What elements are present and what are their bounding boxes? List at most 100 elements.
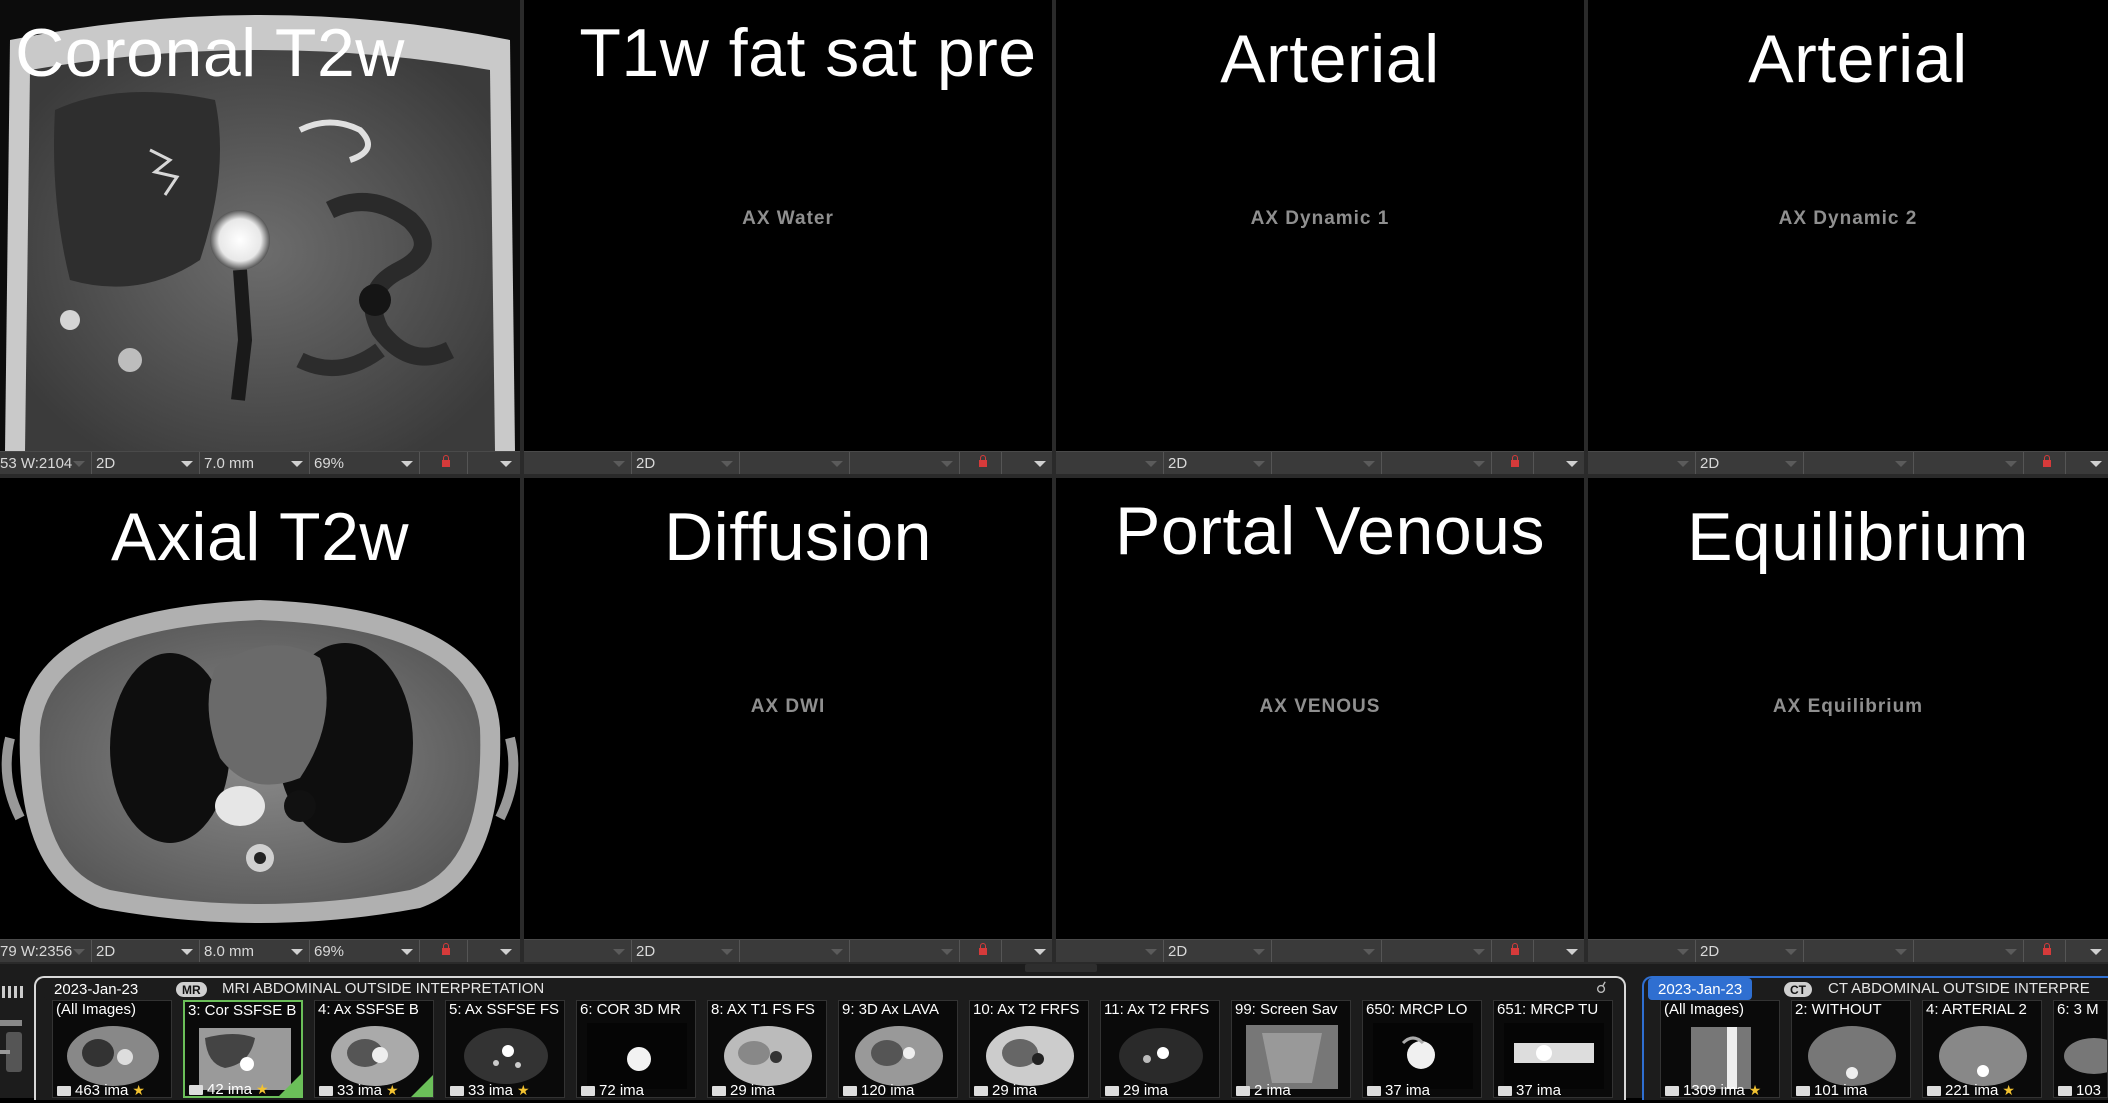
window-level-readout[interactable] [524, 940, 632, 962]
mode-select[interactable]: 2D [1164, 452, 1272, 474]
zoom-select[interactable] [1382, 452, 1492, 474]
window-level-readout[interactable]: 79 W:2356 [0, 940, 92, 962]
viewport-equilibrium[interactable]: Equilibrium AX Equilibrium 2D [1588, 478, 2108, 962]
thumbnail-image [1808, 1026, 1896, 1086]
viewport-arterial-1[interactable]: Arterial AX Dynamic 1 2D [1056, 0, 1584, 474]
viewport-portal-venous[interactable]: Portal Venous AX VENOUS 2D [1056, 478, 1584, 962]
viewport-arterial-2[interactable]: Arterial AX Dynamic 2 2D [1588, 0, 2108, 474]
lock-button[interactable] [420, 940, 468, 962]
study-description: CT ABDOMINAL OUTSIDE INTERPRE [1828, 980, 2090, 997]
thumbnail-ct-series-4[interactable]: 4: ARTERIAL 2 221 ima ★ [1922, 1000, 2042, 1098]
viewport-coronal-t2w[interactable]: Coronal T2w 53 W:2104 2D 7.0 mm 69% [0, 0, 520, 474]
thumbnail-series-4[interactable]: 4: Ax SSFSE B 33 ima ★ [314, 1000, 434, 1098]
thumbnail-series-3[interactable]: 3: Cor SSFSE B 42 ima ★ [183, 1000, 303, 1098]
mode-select[interactable]: 2D [92, 940, 200, 962]
viewport-diffusion[interactable]: Diffusion AX DWI 2D [524, 478, 1052, 962]
viewport-t1w-fat-sat-pre[interactable]: T1w fat sat pre AX Water 2D [524, 0, 1052, 474]
slice-thickness-select[interactable] [1272, 452, 1382, 474]
mode-select[interactable]: 2D [632, 452, 740, 474]
thumbnail-all-images[interactable]: (All Images) 463 ima ★ [52, 1000, 172, 1098]
folder-icon [1665, 1085, 1679, 1096]
viewport-menu-button[interactable] [2066, 940, 2108, 962]
viewport-menu-button[interactable] [1534, 452, 1584, 474]
mode-select[interactable]: 2D [1696, 452, 1804, 474]
thumbnail-series-9[interactable]: 9: 3D Ax LAVA 120 ima [838, 1000, 958, 1098]
viewport-title: Coronal T2w [15, 15, 405, 91]
zoom-select[interactable] [850, 940, 960, 962]
thumbnail-series-8[interactable]: 8: AX T1 FS FS 29 ima [707, 1000, 827, 1098]
viewport-axial-t2w[interactable]: Axial T2w 79 W:2356 2D 8.0 mm 69% [0, 478, 520, 962]
mode-select[interactable]: 2D [92, 452, 200, 474]
thumbnail-series-651[interactable]: 651: MRCP TU 37 ima [1493, 1000, 1613, 1098]
series-name: AX Dynamic 2 [1778, 208, 1918, 229]
thumbnail-series-99[interactable]: 99: Screen Sav 2 ima [1231, 1000, 1351, 1098]
chevron-down-icon [2090, 461, 2102, 467]
window-level-readout[interactable] [1056, 452, 1164, 474]
window-level-readout[interactable] [524, 452, 632, 474]
image-count: 29 ima [974, 1082, 1037, 1097]
zoom-select[interactable] [1382, 940, 1492, 962]
thumbnail-series-11[interactable]: 11: Ax T2 FRFS 29 ima [1100, 1000, 1220, 1098]
chevron-down-icon [1473, 461, 1485, 467]
chevron-down-icon [401, 461, 413, 467]
window-level-readout[interactable] [1056, 940, 1164, 962]
count-text: 1309 ima [1683, 1082, 1745, 1098]
image-count: 103 [2058, 1082, 2101, 1097]
chevron-down-icon [181, 949, 193, 955]
window-level-readout[interactable] [1588, 940, 1696, 962]
lock-button[interactable] [1492, 452, 1534, 474]
viewport-menu-button[interactable] [1002, 940, 1052, 962]
lock-button[interactable] [2024, 452, 2066, 474]
pin-icon[interactable]: ☌ [1596, 978, 1607, 998]
slice-thickness-select[interactable] [1804, 452, 1914, 474]
count-text: 221 ima [1945, 1082, 1999, 1098]
slice-thickness-select[interactable]: 7.0 mm [200, 452, 310, 474]
window-level-readout[interactable] [1588, 452, 1696, 474]
thumbnail-ct-series-2[interactable]: 2: WITHOUT 101 ima [1791, 1000, 1911, 1098]
folder-icon [1796, 1085, 1810, 1096]
thumbnail-series-6[interactable]: 6: COR 3D MR 72 ima [576, 1000, 696, 1098]
mode-select[interactable]: 2D [1164, 940, 1272, 962]
zoom-select[interactable] [850, 452, 960, 474]
resize-handle[interactable] [1025, 964, 1097, 972]
thumbnail-series-650[interactable]: 650: MRCP LO 37 ima [1362, 1000, 1482, 1098]
thumbnail-label: 651: MRCP TU [1497, 1001, 1599, 1018]
thumbnail-ct-series-6[interactable]: 6: 3 M 103 [2053, 1000, 2108, 1098]
mode-select[interactable]: 2D [632, 940, 740, 962]
thumbnail-series-10[interactable]: 10: Ax T2 FRFS 29 ima [969, 1000, 1089, 1098]
viewport-menu-button[interactable] [1534, 940, 1584, 962]
mode-select[interactable]: 2D [1696, 940, 1804, 962]
mode-text: 2D [1168, 942, 1188, 960]
thumbnail-ct-all-images[interactable]: (All Images) 1309 ima ★ [1660, 1000, 1780, 1098]
zoom-select[interactable]: 69% [310, 940, 420, 962]
viewport-menu-button[interactable] [468, 452, 518, 474]
thumbnail-image [2064, 1038, 2107, 1074]
slice-thickness-select[interactable] [1272, 940, 1382, 962]
star-icon: ★ [256, 1081, 269, 1097]
thumbnail-series-5[interactable]: 5: Ax SSFSE FS 33 ima ★ [445, 1000, 565, 1098]
lock-button[interactable] [420, 452, 468, 474]
thumbnail-label: 2: WITHOUT [1795, 1001, 1882, 1018]
thumbnail-label: (All Images) [56, 1001, 137, 1018]
zoom-select[interactable] [1914, 940, 2024, 962]
slice-thickness-select[interactable] [1804, 940, 1914, 962]
lock-button[interactable] [960, 940, 1002, 962]
thumbnail-image [587, 1023, 687, 1089]
lock-button[interactable] [1492, 940, 1534, 962]
slice-thickness-select[interactable] [740, 452, 850, 474]
thumbnail-label: 8: AX T1 FS FS [711, 1001, 815, 1018]
zoom-select[interactable]: 69% [310, 452, 420, 474]
viewport-menu-button[interactable] [1002, 452, 1052, 474]
toolstrip-icon[interactable] [0, 980, 28, 1098]
lock-button[interactable] [2024, 940, 2066, 962]
viewport-toolbar: 2D [524, 939, 1052, 962]
viewport-menu-button[interactable] [468, 940, 518, 962]
slice-thickness-select[interactable]: 8.0 mm [200, 940, 310, 962]
window-level-readout[interactable]: 53 W:2104 [0, 452, 92, 474]
zoom-select[interactable] [1914, 452, 2024, 474]
slice-thickness-select[interactable] [740, 940, 850, 962]
folder-icon [1498, 1085, 1512, 1096]
window-level-text: 79 W:2356 [0, 942, 73, 960]
viewport-menu-button[interactable] [2066, 452, 2108, 474]
lock-button[interactable] [960, 452, 1002, 474]
